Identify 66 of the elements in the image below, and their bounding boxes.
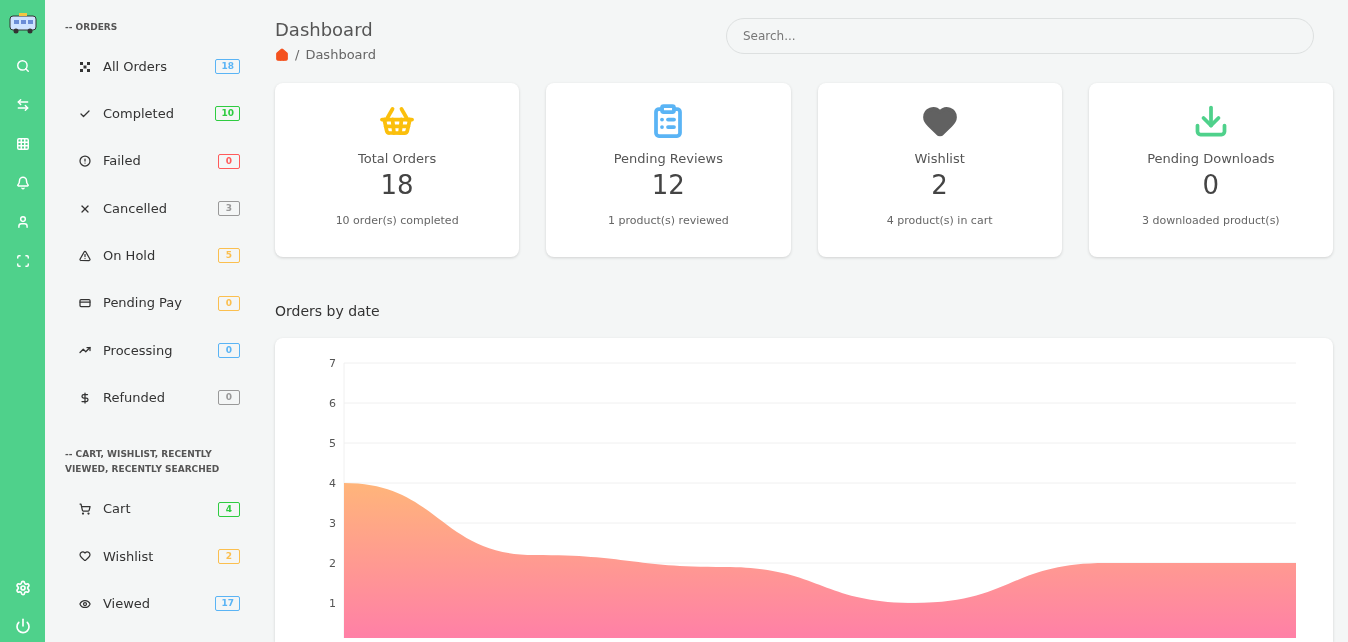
home-icon[interactable]: [275, 47, 289, 62]
card-value: 0: [1202, 168, 1220, 201]
count-badge: 2: [218, 548, 240, 564]
fullscreen-icon[interactable]: [15, 254, 30, 268]
page-title: Dashboard: [275, 18, 374, 42]
alert-circle-icon: [79, 155, 91, 168]
grid-icon[interactable]: [15, 137, 30, 151]
heart-icon: [79, 550, 91, 563]
search-field[interactable]: Search...: [726, 18, 1314, 54]
card-note: 4 product(s) in cart: [886, 212, 993, 229]
axis-tick-label: 5: [329, 437, 336, 451]
axis-tick-label: 6: [329, 397, 336, 411]
sidebar-item[interactable]: Viewed 17: [63, 579, 240, 628]
count-badge: 3: [218, 201, 240, 217]
sidebar-item[interactable]: On Hold 5: [63, 232, 240, 280]
section-heading: -- CART, WISHLIST, RECENTLY VIEWED, RECENTLY SEARCHED: [64, 448, 221, 477]
dollar-icon: [79, 391, 91, 404]
swap-arrows-icon[interactable]: [15, 98, 30, 112]
sidebar-item[interactable]: Failed 0: [63, 137, 240, 185]
sidebar-item[interactable]: Processing 0: [63, 326, 240, 375]
axis-tick-label: 3: [329, 517, 336, 531]
sidebar-item[interactable]: Pending Pay 0: [63, 279, 240, 327]
card-note: 1 product(s) reviewed: [608, 212, 729, 229]
sidebar-item[interactable]: Refunded 0: [63, 374, 240, 422]
axis-tick-label: 4: [329, 477, 336, 491]
card-title: Pending Downloads: [1147, 150, 1275, 169]
eye-icon: [79, 597, 91, 610]
dots-icon: [79, 60, 91, 73]
warning-icon: [79, 249, 91, 262]
section-heading: -- ORDERS: [64, 21, 119, 34]
breadcrumb-separator: /: [295, 46, 300, 64]
count-badge: 10: [215, 106, 240, 122]
count-badge: 0: [218, 390, 240, 406]
card-title: Total Orders: [358, 150, 437, 169]
card-title: Pending Reviews: [613, 150, 723, 169]
count-badge: 17: [215, 596, 240, 612]
sidebar-item[interactable]: Cart 4: [63, 485, 240, 533]
bell-icon[interactable]: [15, 176, 30, 190]
sidebar-item[interactable]: Wishlist 2: [63, 532, 240, 580]
axis-tick-label: 7: [329, 357, 336, 371]
credit-card-icon: [79, 297, 91, 310]
breadcrumb-link[interactable]: Dashboard: [305, 45, 376, 65]
logo-icon: [7, 12, 38, 34]
card-title: Wishlist: [914, 150, 965, 169]
axis-tick-label: 1: [329, 597, 336, 611]
sidebar-item[interactable]: Cancelled 3: [63, 184, 240, 233]
settings-icon[interactable]: [14, 580, 31, 596]
section-title: Orders by date: [275, 302, 381, 322]
power-icon[interactable]: [14, 618, 31, 634]
card-value: 2: [931, 168, 948, 201]
sidebar-item[interactable]: All Orders 18: [63, 43, 240, 91]
sidebar-item[interactable]: Completed 10: [63, 90, 240, 138]
user-icon[interactable]: [15, 215, 30, 229]
count-badge: 0: [218, 342, 240, 358]
axis-tick-label: 2: [329, 557, 336, 571]
card-note: 10 order(s) completed: [335, 212, 459, 229]
count-badge: 0: [218, 153, 240, 169]
card-value: 12: [651, 168, 685, 201]
count-badge: 18: [215, 59, 240, 75]
count-badge: 4: [218, 501, 240, 517]
count-badge: 0: [218, 295, 240, 311]
search-icon[interactable]: [15, 59, 30, 73]
cart-icon: [79, 503, 91, 515]
card-note: 3 downloaded product(s): [1142, 212, 1280, 229]
card-value: 18: [380, 168, 414, 201]
count-badge: 5: [218, 248, 240, 264]
